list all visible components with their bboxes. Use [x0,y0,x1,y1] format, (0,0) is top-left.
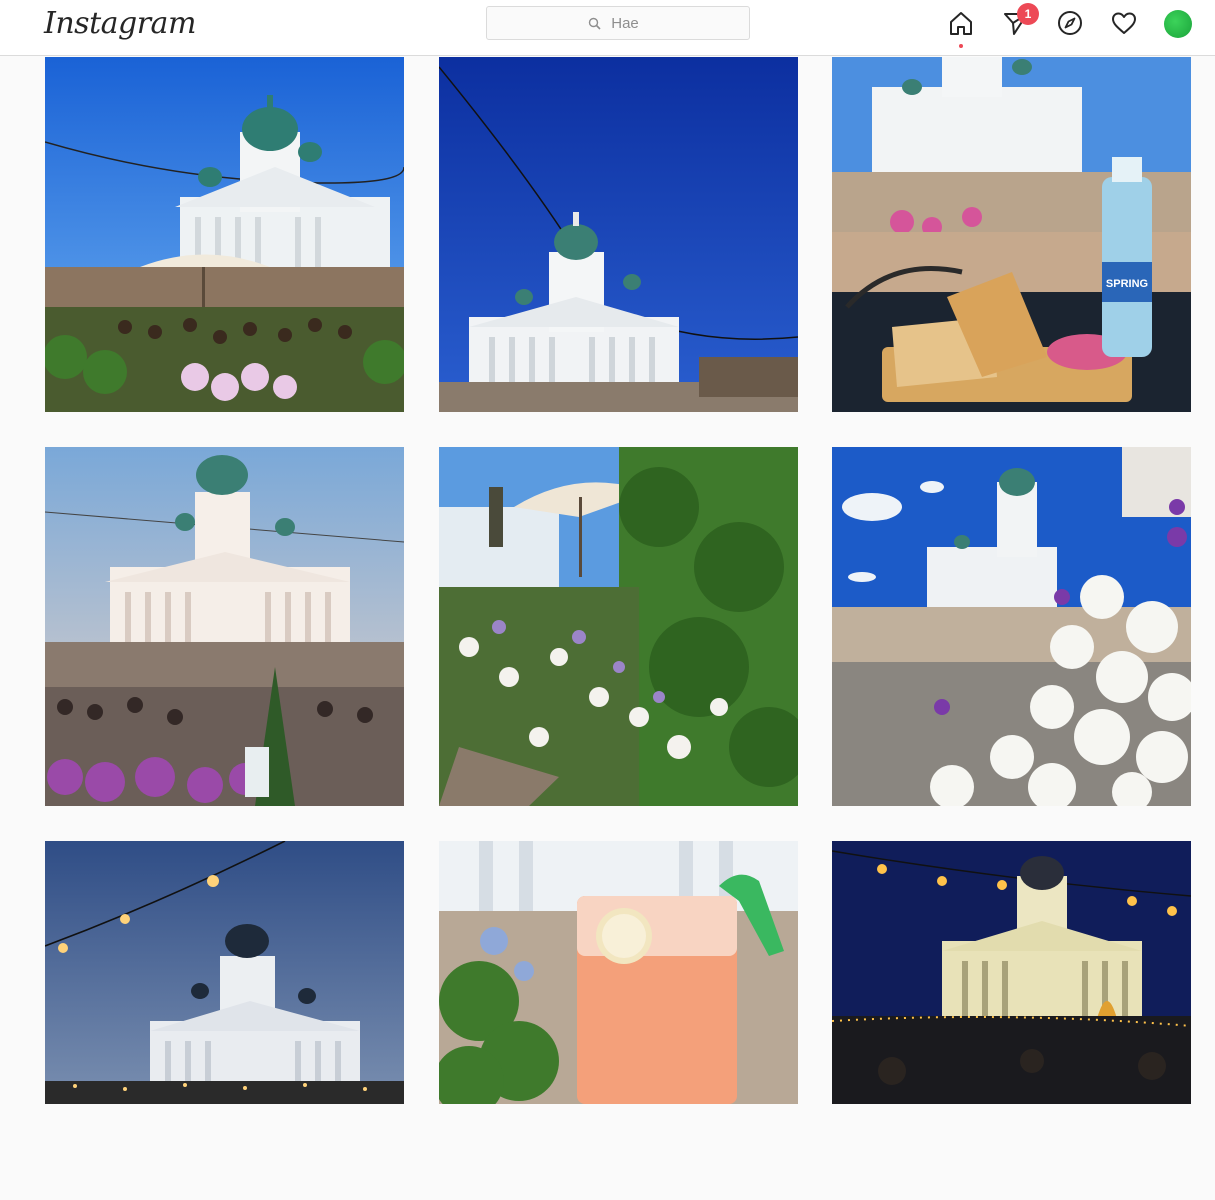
home-active-indicator [959,44,963,48]
post-tile-3[interactable]: SPRING [832,57,1191,416]
top-navigation-bar: Instagram 1 [0,0,1215,56]
heart-icon[interactable] [1110,9,1138,37]
post-image [832,447,1191,806]
post-tile-1[interactable] [45,57,404,416]
post-image [45,841,404,1104]
post-tile-5[interactable] [439,447,798,806]
post-tile-6[interactable] [832,447,1191,806]
post-image [439,447,798,806]
post-image [45,57,404,412]
post-tile-2[interactable] [439,57,798,416]
post-image: SPRING [832,57,1191,412]
post-tile-8[interactable] [439,841,798,1200]
direct-message-badge: 1 [1017,3,1039,25]
post-tile-4[interactable] [45,447,404,806]
home-icon[interactable] [947,9,975,37]
bottle-label: SPRING [1106,278,1148,290]
search-input[interactable] [487,7,749,39]
post-image [45,447,404,806]
post-tile-9[interactable] [832,841,1191,1200]
post-tile-7[interactable] [45,841,404,1200]
compass-icon[interactable] [1056,9,1084,37]
search-box[interactable] [486,6,750,40]
avatar[interactable] [1164,10,1192,38]
post-image [439,841,798,1104]
post-image [832,841,1191,1104]
instagram-logo[interactable]: Instagram [44,6,196,41]
post-image [439,57,798,412]
